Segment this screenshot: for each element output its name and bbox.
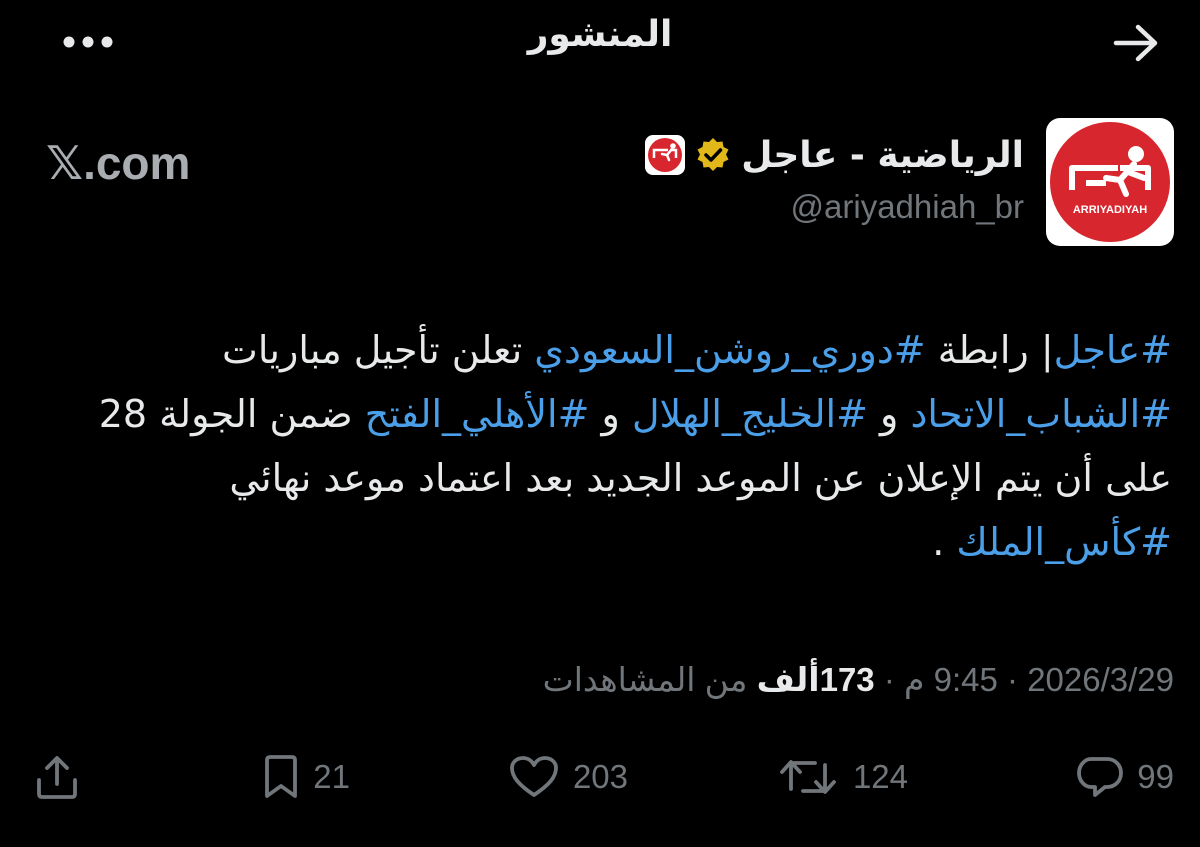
meta-separator: · — [883, 661, 895, 698]
back-button[interactable] — [1108, 18, 1164, 68]
hashtag-link[interactable]: #دوري_روشن_السعودي — [534, 328, 925, 372]
action-bar: 99 124 203 21 — [0, 745, 1200, 809]
reply-icon — [1077, 757, 1124, 797]
hashtag-link[interactable]: #الأهلي_الفتح — [365, 392, 590, 436]
heart-icon — [510, 756, 558, 797]
repost-count: 124 — [852, 758, 908, 795]
author-display-name[interactable]: الرياضية - عاجل — [741, 135, 1024, 176]
affiliate-logo-icon — [648, 138, 683, 172]
hashtag-link[interactable]: #الخليج_الهلال — [632, 392, 868, 436]
bookmark-icon — [265, 755, 298, 798]
like-count: 203 — [572, 758, 628, 795]
arriyadiyah-logo-icon: ARRIYADIYAH — [1050, 122, 1170, 242]
watermark-domain: .com — [83, 137, 191, 189]
hashtag-link[interactable]: #الشباب_الاتحاد — [910, 392, 1172, 436]
views-label: من المشاهدات — [542, 661, 748, 698]
meta-separator: · — [1007, 661, 1019, 698]
repost-button[interactable]: 124 — [779, 745, 908, 809]
repost-icon — [780, 760, 836, 794]
tweet-meta: 2026/3/29 · 9:45 م · 173ألف من المشاهدات — [543, 660, 1174, 699]
arrow-right-icon — [1113, 24, 1158, 62]
like-button[interactable]: 203 — [509, 745, 628, 809]
post-date[interactable]: 2026/3/29 — [1027, 661, 1174, 698]
verified-badge-icon — [697, 138, 729, 171]
tweet-text-segment: و — [867, 392, 911, 436]
share-button[interactable] — [34, 745, 80, 809]
author-handle[interactable]: @ariyadhiah_br — [464, 188, 1024, 226]
top-bar: المنشور — [0, 0, 1200, 90]
views-count[interactable]: 173ألف — [757, 661, 875, 698]
bookmark-button[interactable]: 21 — [263, 745, 350, 809]
hashtag-link[interactable]: #كأس_الملك — [956, 520, 1172, 564]
tweet-text: #عاجل| رابطة #دوري_روشن_السعودي تعلن تأج… — [32, 318, 1172, 574]
reply-button[interactable]: 99 — [1077, 745, 1174, 809]
post-time[interactable]: 9:45 م — [904, 661, 998, 698]
page-title: المنشور — [527, 14, 673, 55]
bookmark-count: 21 — [313, 758, 350, 795]
tweet-text-segment: تعلن تأجيل مباريات — [222, 328, 535, 372]
x-watermark: 𝕏 .com — [46, 136, 190, 190]
avatar-wordmark: ARRIYADIYAH — [1073, 204, 1147, 216]
tweet-text-segment: و — [589, 392, 632, 436]
author-name-row: الرياضية - عاجل — [464, 130, 1024, 180]
share-icon — [37, 756, 77, 799]
post-screen: المنشور 𝕏 .com ARRIYADIYAH الرياضية - عاج… — [0, 0, 1200, 847]
hashtag-link[interactable]: #عاجل — [1054, 328, 1172, 372]
tweet-text-segment: . — [932, 520, 957, 564]
author-info: الرياضية - عاجل @ariyadhiah_br — [464, 130, 1024, 226]
reply-count: 99 — [1137, 758, 1174, 795]
affiliate-badge[interactable] — [645, 135, 686, 175]
tweet-text-segment: | رابطة — [925, 328, 1054, 372]
x-logo-icon: 𝕏 — [46, 137, 84, 189]
author-avatar[interactable]: ARRIYADIYAH — [1046, 118, 1174, 246]
